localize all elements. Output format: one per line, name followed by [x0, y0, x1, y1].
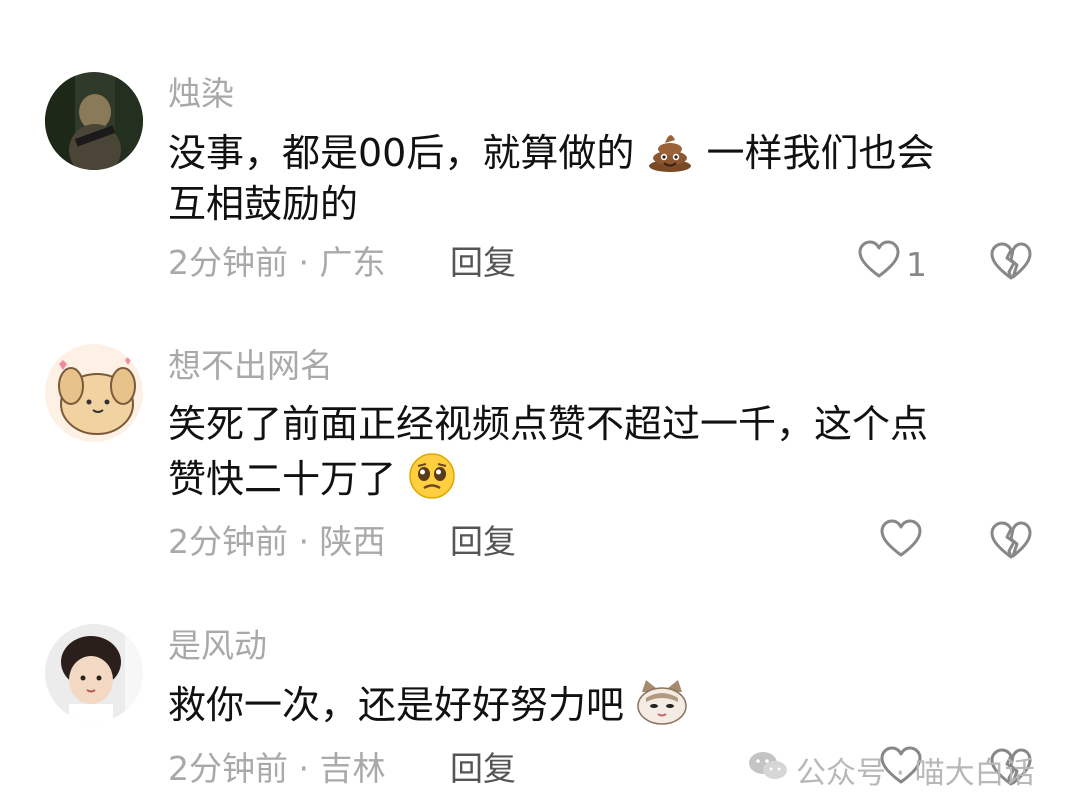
comment-text-segment: 一样我们也会 — [706, 131, 935, 175]
comment-text-segment: 没事，都是00后，就算做的 — [168, 131, 635, 175]
comment-text-line: 互相鼓励的 — [168, 182, 359, 226]
heart-icon — [880, 519, 922, 567]
reply-button[interactable]: 回复 — [450, 522, 516, 562]
avatar[interactable] — [45, 344, 143, 442]
comment-username[interactable]: 是风动 — [168, 626, 267, 666]
avatar[interactable] — [45, 72, 143, 170]
comment-text-line: 赞快二十万了 — [168, 452, 456, 505]
heart-icon — [858, 240, 900, 288]
avatar[interactable] — [45, 624, 143, 722]
poop-emoji — [646, 126, 694, 174]
watermark-text: 公众号 · 喵大白话 — [796, 756, 1035, 791]
broken-heart-icon — [990, 521, 1032, 565]
like-button[interactable]: 1 — [858, 240, 927, 288]
pleading-face-emoji — [408, 452, 456, 500]
cat-face-emoji — [636, 678, 687, 726]
comment-meta: 2分钟前 · 陕西 — [168, 522, 386, 561]
dislike-button[interactable] — [990, 521, 1032, 565]
like-count: 1 — [906, 244, 927, 284]
comment-meta: 2分钟前 · 吉林 — [168, 749, 386, 788]
watermark: 公众号 · 喵大白话 — [748, 748, 1035, 792]
comment-text-segment: 救你一次，还是好好努力吧 — [168, 683, 625, 727]
reply-button[interactable]: 回复 — [450, 749, 516, 789]
dislike-button[interactable] — [990, 242, 1032, 286]
reply-button[interactable]: 回复 — [450, 243, 516, 283]
comment-text-line: 笑死了前面正经视频点赞不超过一千，这个点 — [168, 402, 929, 446]
comment-username[interactable]: 想不出网名 — [168, 346, 333, 386]
comment-meta: 2分钟前 · 广东 — [168, 243, 386, 282]
comment-text-line: 没事，都是00后，就算做的 一样我们也会 — [168, 126, 935, 179]
broken-heart-icon — [990, 242, 1032, 286]
comment-text-segment: 赞快二十万了 — [168, 457, 397, 501]
comment-username[interactable]: 烛染 — [168, 74, 234, 114]
wechat-icon — [748, 749, 788, 791]
like-button[interactable] — [880, 519, 928, 567]
comment-text-line: 救你一次，还是好好努力吧 — [168, 678, 687, 731]
